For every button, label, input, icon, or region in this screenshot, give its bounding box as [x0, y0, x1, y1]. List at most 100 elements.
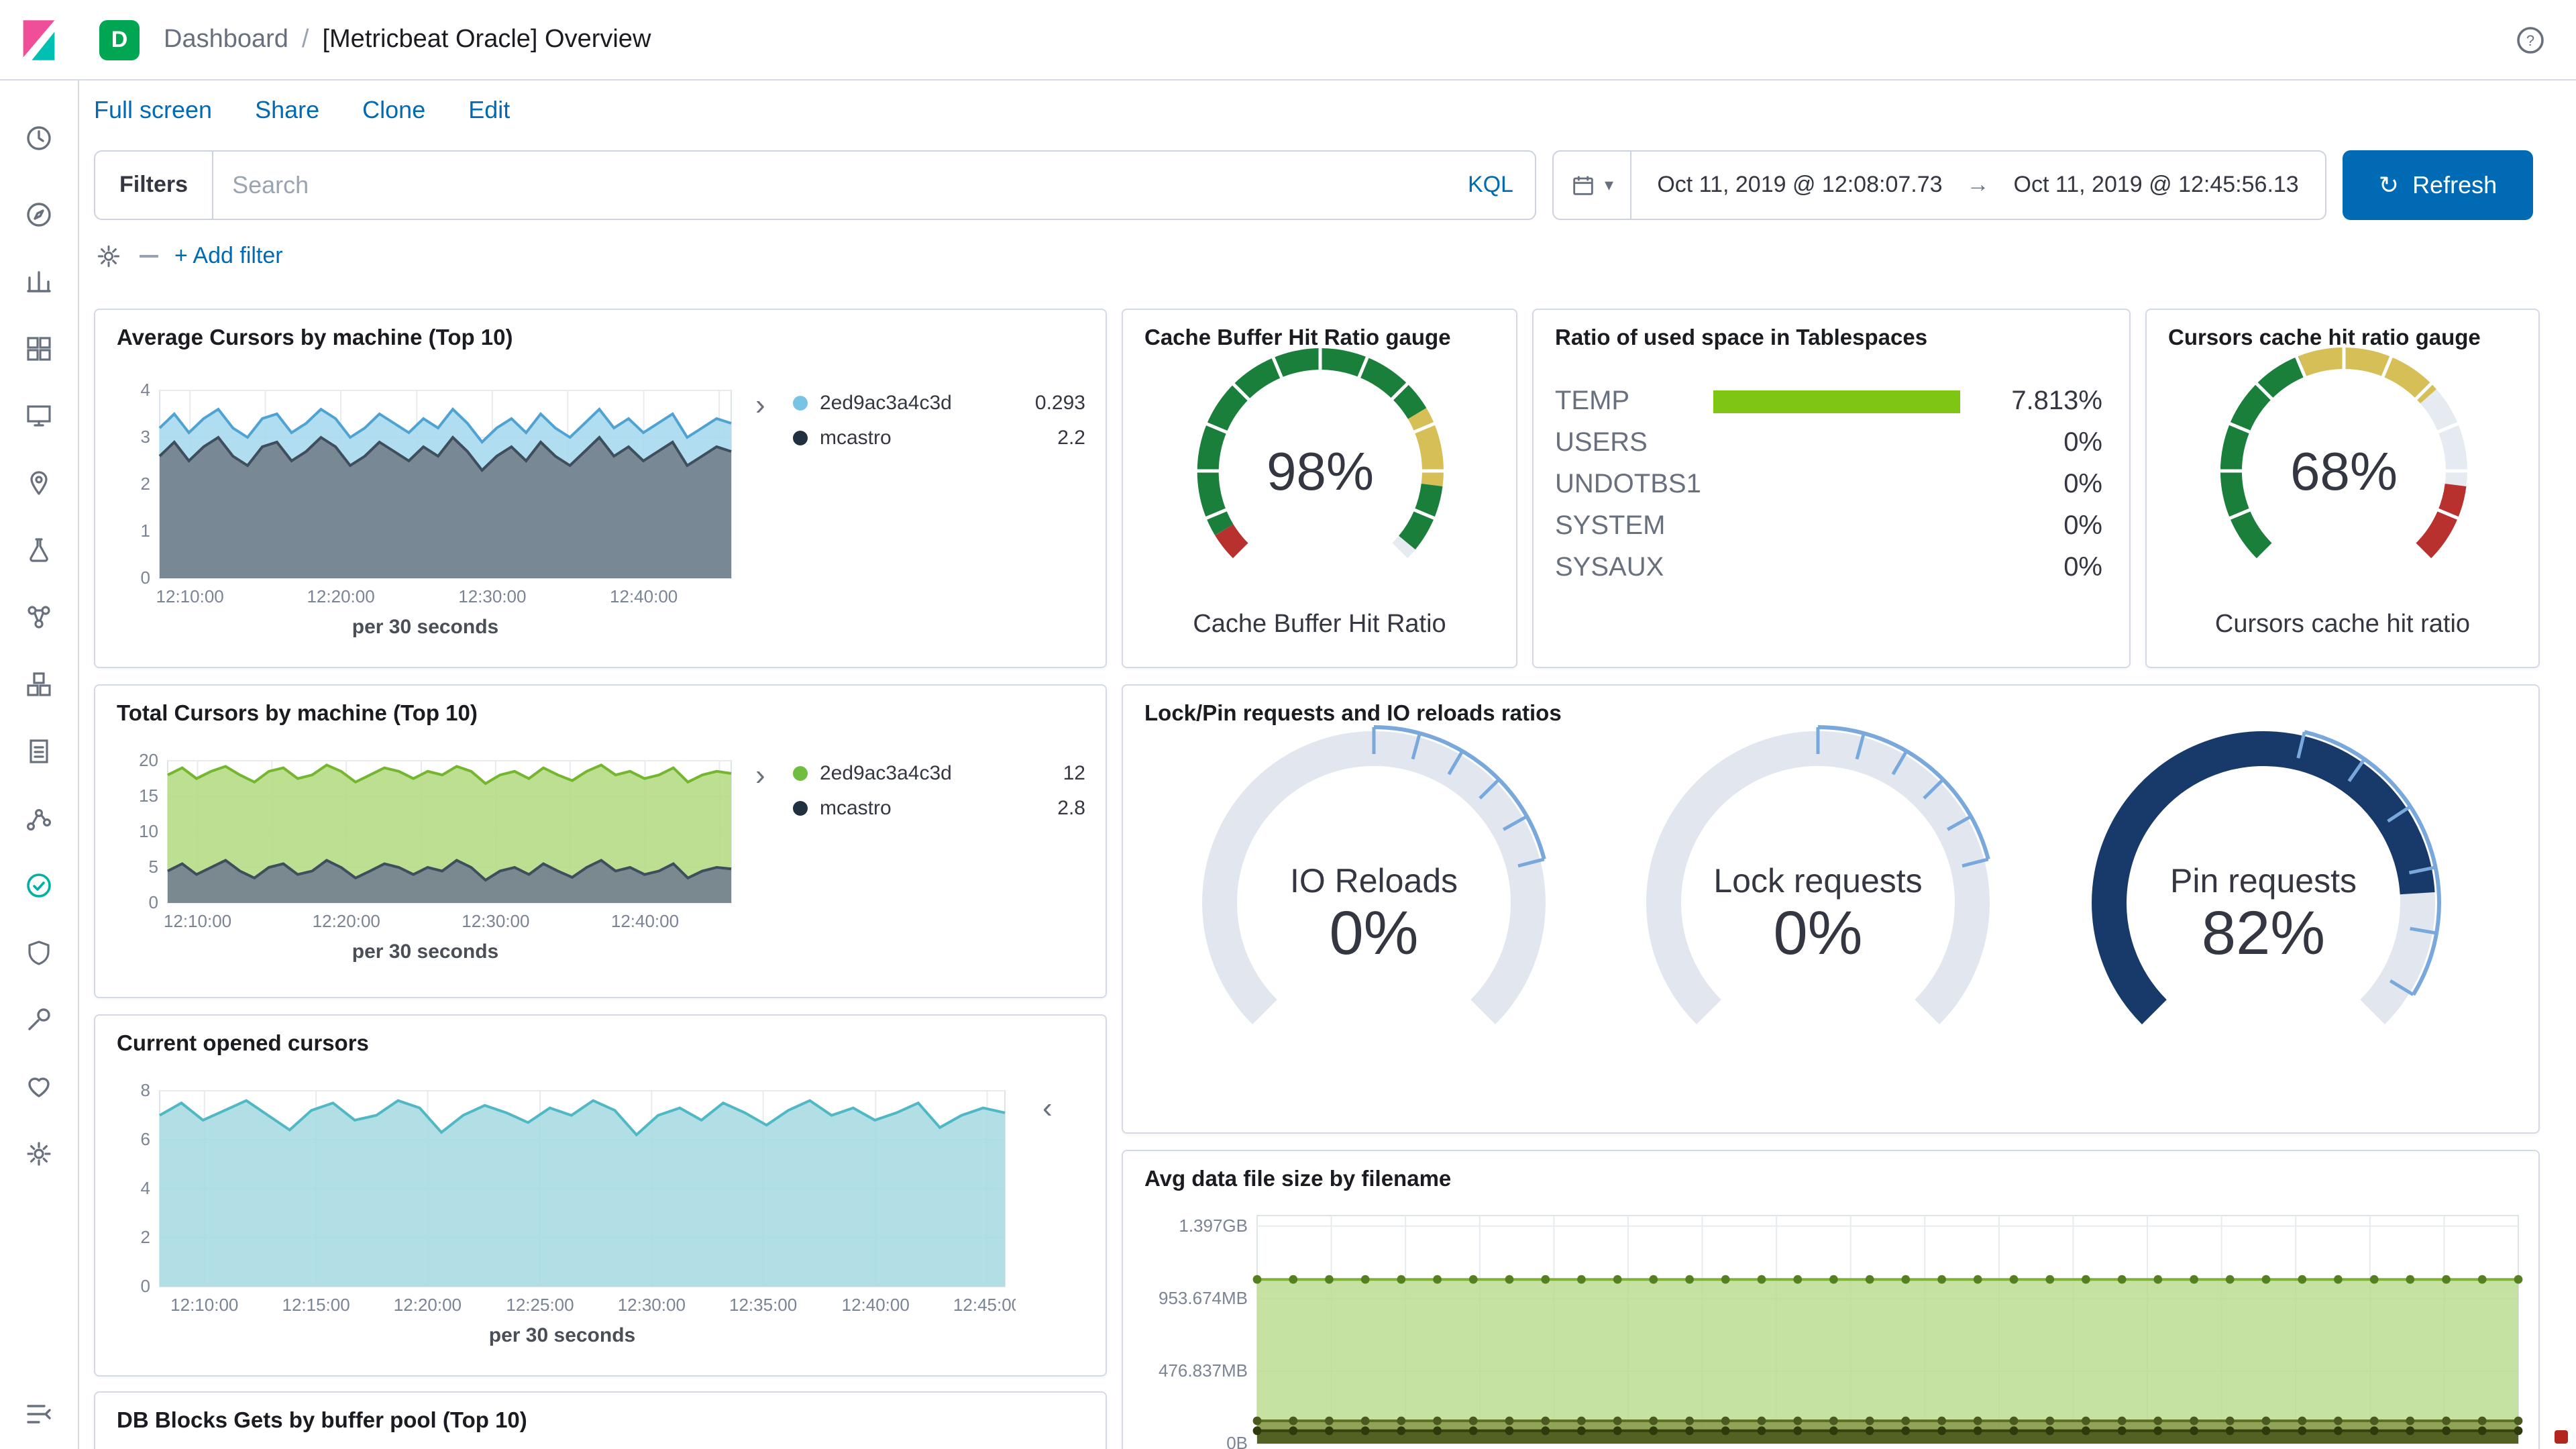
gauge-label: Cursors cache hit ratio: [2214, 610, 2471, 639]
legend-item[interactable]: mcastro 2.8: [793, 790, 1085, 825]
side-navigation: [0, 80, 79, 1449]
collapse-sidebar-icon[interactable]: [23, 1398, 55, 1430]
kibana-logo[interactable]: [0, 17, 78, 62]
tablespace-value: 0%: [2063, 511, 2102, 541]
siem-icon[interactable]: [23, 936, 55, 969]
tablespace-list: TEMP 7.813% USERS 0% UNDOTBS1 0% SYSTEM …: [1534, 352, 2129, 589]
dashboard-icon[interactable]: [23, 333, 55, 365]
panel-title: Ratio of used space in Tablespaces: [1555, 326, 1928, 350]
svg-text:2: 2: [141, 474, 150, 494]
query-bar: Filters KQL ▾ Oct 11, 2019 @ 12:08:07.73…: [94, 150, 2533, 220]
tablespace-row: SYSAUX 0%: [1555, 547, 2102, 589]
series-name: 2ed9ac3a4c3d: [820, 761, 952, 784]
panel-opened-cursors: Current opened cursors 0 2 4 6 8 12:10:00 12:1…: [94, 1014, 1107, 1377]
series-color-dot: [793, 395, 808, 410]
management-icon[interactable]: [23, 1138, 55, 1170]
kql-button[interactable]: KQL: [1446, 172, 1535, 199]
svg-text:476.837MB: 476.837MB: [1159, 1360, 1248, 1381]
space-avatar[interactable]: D: [99, 19, 140, 60]
svg-text:?: ?: [2526, 32, 2534, 48]
svg-text:10: 10: [139, 821, 158, 841]
dev-tools-icon[interactable]: [23, 1004, 55, 1036]
recently-viewed-icon[interactable]: [23, 122, 55, 154]
discover-icon[interactable]: [23, 199, 55, 231]
tablespace-value: 7.813%: [2011, 386, 2102, 416]
io-reloads-gauge[interactable]: IO Reloads 0%: [1146, 720, 1602, 1123]
infrastructure-icon[interactable]: [23, 668, 55, 700]
svg-text:IO Reloads: IO Reloads: [1290, 862, 1458, 900]
maps-icon[interactable]: [23, 467, 55, 499]
chevron-down-icon: ▾: [1605, 174, 1614, 195]
filter-options-gear-icon[interactable]: [94, 241, 123, 271]
usage-bar: [1713, 474, 1960, 496]
edit-link[interactable]: Edit: [468, 97, 510, 125]
lock-requests-gauge[interactable]: Lock requests 0%: [1590, 720, 2046, 1123]
search-input[interactable]: [213, 171, 1446, 199]
canvas-icon[interactable]: [23, 400, 55, 432]
panel-title: Current opened cursors: [117, 1032, 369, 1056]
avg-cursors-chart[interactable]: 0 1 2 3 4 12:10:00 12:20:00 12:30:00 12:40:00: [109, 380, 742, 610]
svg-text:12:15:00: 12:15:00: [282, 1295, 350, 1315]
svg-text:20: 20: [139, 750, 158, 770]
svg-text:0%: 0%: [1774, 899, 1863, 967]
svg-text:0: 0: [149, 892, 158, 912]
svg-text:12:10:00: 12:10:00: [156, 586, 224, 606]
clone-link[interactable]: Clone: [362, 97, 425, 125]
visualize-icon[interactable]: [23, 266, 55, 298]
share-link[interactable]: Share: [255, 97, 319, 125]
svg-text:6: 6: [141, 1129, 150, 1149]
legend-expand-icon[interactable]: ‹: [1042, 1093, 1053, 1123]
refresh-icon: ↻: [2378, 171, 2400, 198]
avg-file-size-chart[interactable]: 0B 476.837MB 953.674MB 1.397GB: [1134, 1205, 2529, 1449]
refresh-label: Refresh: [2412, 171, 2498, 198]
series-color-dot: [793, 765, 808, 780]
cursors-cache-gauge[interactable]: 68%: [2174, 337, 2514, 589]
add-filter-link[interactable]: + Add filter: [174, 243, 283, 270]
panel-average-cursors: Average Cursors by machine (Top 10) 0 1 2 3…: [94, 309, 1107, 668]
legend-item[interactable]: 2ed9ac3a4c3d 0.293: [793, 385, 1085, 420]
svg-text:12:20:00: 12:20:00: [307, 586, 374, 606]
svg-text:3: 3: [141, 427, 150, 447]
full-screen-link[interactable]: Full screen: [94, 97, 212, 125]
pin-requests-gauge[interactable]: Pin requests 82%: [2035, 720, 2491, 1123]
total-cursors-chart[interactable]: 0 5 10 15 20 12:10:00 12:20:00 12:30:00 12:40:00: [109, 750, 742, 935]
svg-text:12:40:00: 12:40:00: [610, 586, 678, 606]
machine-learning-icon[interactable]: [23, 534, 55, 566]
stack-monitoring-icon[interactable]: [23, 1071, 55, 1103]
calendar-button[interactable]: ▾: [1554, 152, 1631, 219]
tablespace-row: USERS 0%: [1555, 423, 2102, 464]
series-name: mcastro: [820, 426, 892, 449]
apm-icon[interactable]: [23, 802, 55, 835]
usage-bar: [1713, 557, 1960, 580]
svg-text:12:20:00: 12:20:00: [394, 1295, 462, 1315]
legend-item[interactable]: 2ed9ac3a4c3d 12: [793, 755, 1085, 790]
graph-icon[interactable]: [23, 601, 55, 633]
legend-toggle-icon[interactable]: ›: [755, 760, 765, 790]
legend-item[interactable]: mcastro 2.2: [793, 420, 1085, 455]
opened-cursors-chart[interactable]: 0 2 4 6 8 12:10:00 12:15:00 12:20:00 12:25:00 12:…: [109, 1080, 1016, 1319]
legend-toggle-icon[interactable]: ›: [755, 390, 765, 420]
refresh-button[interactable]: ↻ Refresh: [2343, 150, 2533, 220]
date-picker: ▾ Oct 11, 2019 @ 12:08:07.73 → Oct 11, 2…: [1552, 150, 2326, 220]
help-menu-icon[interactable]: ?: [2514, 23, 2546, 56]
series-value: 0.293: [1034, 391, 1085, 414]
calendar-icon: [1573, 176, 1593, 195]
x-axis-title: per 30 seconds: [488, 1324, 636, 1347]
svg-text:68%: 68%: [2290, 441, 2398, 501]
breadcrumb-dashboard[interactable]: Dashboard: [164, 25, 288, 54]
end-date-button[interactable]: Oct 11, 2019 @ 12:45:56.13: [2014, 172, 2299, 199]
svg-text:4: 4: [141, 380, 150, 400]
cache-buffer-gauge[interactable]: 98%: [1150, 337, 1491, 589]
panel-tablespaces: Ratio of used space in Tablespaces TEMP …: [1532, 309, 2131, 668]
tablespace-row: TEMP 7.813%: [1555, 381, 2102, 423]
svg-text:0B: 0B: [1226, 1433, 1248, 1449]
logs-icon[interactable]: [23, 735, 55, 767]
start-date-button[interactable]: Oct 11, 2019 @ 12:08:07.73: [1657, 172, 1942, 199]
svg-text:12:30:00: 12:30:00: [462, 911, 529, 931]
series-name: 2ed9ac3a4c3d: [820, 391, 952, 414]
svg-text:0: 0: [141, 1276, 150, 1296]
panel-title: Average Cursors by machine (Top 10): [117, 326, 513, 350]
svg-text:12:10:00: 12:10:00: [170, 1295, 238, 1315]
uptime-icon[interactable]: [23, 869, 55, 902]
filters-toggle-button[interactable]: Filters: [95, 152, 214, 219]
